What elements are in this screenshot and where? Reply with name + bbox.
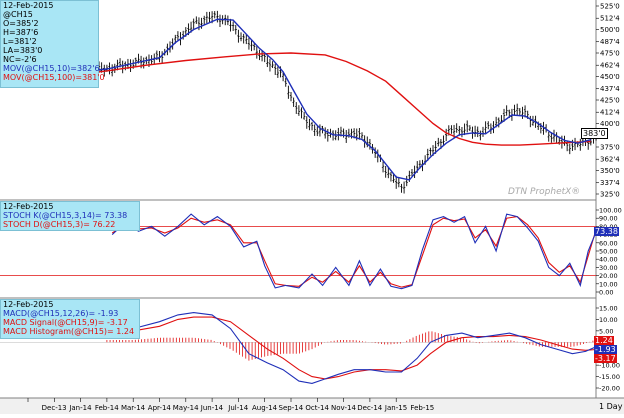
x-tick-label: Dec-14: [357, 404, 383, 412]
x-tick-label: Dec-13: [42, 404, 67, 412]
legend-ma-long: MOV(@CH15,100)=381'0: [1, 73, 105, 82]
price-tick-label: 525'0: [600, 3, 620, 11]
legend-macd-signal-text: MACD Signal(@CH15,9)= -3.17: [3, 318, 128, 327]
price-tick-label: 475'0: [600, 50, 620, 58]
stoch-tick-label: 60.00: [599, 239, 618, 247]
price-date: 12-Feb-2015: [3, 1, 54, 10]
legend-macd-signal: MACD Signal(@CH15,9)= -3.17: [1, 318, 139, 327]
x-tick-label: Oct-14: [305, 404, 329, 412]
x-tick-label: Aug-14: [252, 404, 278, 412]
price-open: O=385'2: [3, 19, 39, 28]
price-tick-label: 450'0: [600, 73, 620, 81]
stoch-date: 12-Feb-2015: [3, 202, 54, 211]
stoch-tick-label: 50.00: [599, 248, 618, 256]
x-tick-label: Mar-14: [121, 404, 146, 412]
macd-tick-label: 15.00: [599, 305, 618, 313]
price-tick-label: 512'4: [600, 15, 620, 23]
macd-legend: 12-Feb-2015 MACD(@CH15,12,26)= -1.93 MAC…: [0, 299, 140, 339]
legend-macd: MACD(@CH15,12,26)= -1.93: [1, 309, 139, 318]
stoch-tick-label: 100.00: [599, 207, 622, 215]
x-tick-label: Apr-14: [148, 404, 172, 412]
stoch-k-tag: 73.38: [594, 227, 619, 236]
macd-tick-label: -15.00: [599, 373, 620, 381]
legend-ma-short: MOV(@CH15,10)=382'6: [1, 64, 100, 73]
stoch-tick-label: 10.00: [599, 280, 618, 288]
price-tick-label: 400'0: [600, 120, 620, 128]
price-change: NC=-2'6: [3, 55, 37, 64]
macd-tick-label: -20.00: [599, 385, 620, 393]
price-tick-label: 437'4: [600, 85, 620, 93]
price-tick-label: 425'0: [600, 97, 620, 105]
stoch-legend: 12-Feb-2015 STOCH K(@CH15,3,14)= 73.38 S…: [0, 201, 140, 231]
x-tick-label: Sep-14: [279, 404, 304, 412]
x-tick-label: Jul-14: [227, 404, 248, 412]
legend-stoch-d: STOCH D(@CH15,3)= 76.22: [1, 220, 139, 229]
x-tick-label: Nov-14: [331, 404, 356, 412]
x-tick-label: May-14: [173, 404, 199, 412]
price-low: L=381'2: [3, 37, 37, 46]
price-last: LA=383'0: [3, 46, 43, 55]
macd-tick-label: 10.00: [599, 316, 618, 324]
price-current-tag: 383'0: [581, 128, 608, 139]
price-symbol: @CH15: [3, 10, 33, 19]
x-tick-label: Jan-14: [68, 404, 92, 412]
price-tick-label: 487'4: [600, 38, 620, 46]
stoch-tick-label: 90.00: [599, 215, 618, 223]
x-tick-label: Jan-15: [384, 404, 407, 412]
price-tick-label: 337'4: [600, 179, 620, 187]
price-tick-label: 325'0: [600, 191, 620, 199]
legend-macd-hist: MACD Histogram(@CH15)= 1.24: [1, 327, 139, 336]
price-tick-label: 350'0: [600, 167, 620, 175]
chart-root: 525'0 512'4 500'0 487'4 475'0 462'4 450'0 437'4…: [0, 0, 624, 414]
legend-ma-long-text: MOV(@CH15,100)=381'0: [3, 73, 105, 82]
legend-stoch-k-text: STOCH K(@CH15,3,14)= 73.38: [3, 211, 128, 220]
price-tick-label: 375'0: [600, 144, 620, 152]
price-tick-label: 500'0: [600, 26, 620, 34]
price-tick-label: 462'4: [600, 62, 620, 70]
x-tick-label: Feb-15: [410, 404, 434, 412]
period-label[interactable]: 1 Day: [599, 402, 622, 411]
macd-hist-tag: 1.24: [594, 336, 614, 345]
legend-stoch-d-text: STOCH D(@CH15,3)= 76.22: [3, 220, 116, 229]
macd-tick-label: 5.00: [599, 327, 613, 335]
macd-signal-tag: -3.17: [594, 354, 617, 363]
x-tick-label: Feb-14: [95, 404, 119, 412]
legend-macd-hist-text: MACD Histogram(@CH15)= 1.24: [3, 327, 135, 336]
x-tick-label: Jun-14: [200, 404, 224, 412]
legend-macd-text: MACD(@CH15,12,26)= -1.93: [3, 309, 119, 318]
stoch-tick-label: 40.00: [599, 256, 618, 264]
price-tick-label: 362'4: [600, 156, 620, 164]
legend-stoch-k: STOCH K(@CH15,3,14)= 73.38: [1, 211, 139, 220]
stoch-tick-label: 20.00: [599, 272, 618, 280]
macd-date: 12-Feb-2015: [3, 300, 54, 309]
price-high: H=387'6: [3, 28, 39, 37]
watermark: DTN ProphetX®: [508, 187, 581, 197]
stoch-tick-label: 30.00: [599, 264, 618, 272]
stoch-tick-label: 0.00: [599, 289, 613, 297]
legend-ma-short-text: MOV(@CH15,10)=382'6: [3, 64, 100, 73]
macd-tag: -1.93: [594, 345, 617, 354]
price-tick-label: 412'4: [600, 109, 620, 117]
price-legend: 12-Feb-2015 @CH15 O=385'2 H=387'6 L=381'…: [0, 0, 105, 88]
